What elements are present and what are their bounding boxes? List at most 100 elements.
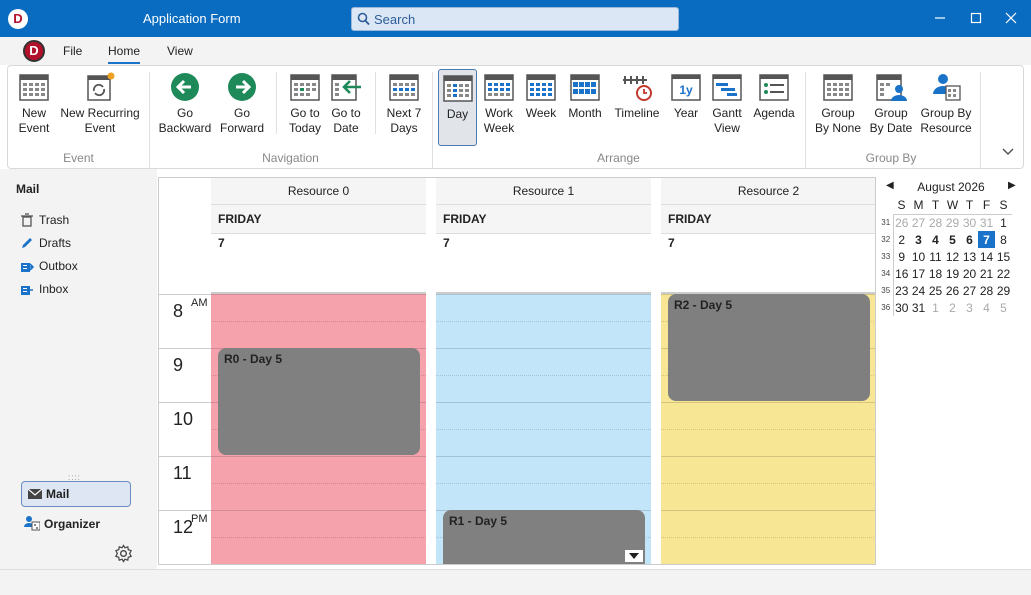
calendar-day[interactable]: 1 xyxy=(995,214,1012,231)
day-view-label: Day xyxy=(446,107,469,121)
calendar-day[interactable]: 23 xyxy=(893,282,910,299)
more-down-icon[interactable] xyxy=(625,550,643,562)
gear-icon[interactable] xyxy=(114,544,133,563)
calendar-day[interactable]: 27 xyxy=(961,282,978,299)
calendar-day[interactable]: 18 xyxy=(927,265,944,282)
calendar-today-icon xyxy=(290,74,320,101)
resource-header[interactable]: Resource 1 xyxy=(436,178,651,205)
close-icon[interactable] xyxy=(1002,9,1020,27)
all-day-area[interactable]: 7 xyxy=(661,234,875,294)
next-7-days-button[interactable]: Next 7 Days xyxy=(384,72,424,136)
calendar-day[interactable]: 10 xyxy=(910,248,927,265)
calendar-day[interactable]: 24 xyxy=(910,282,927,299)
calendar-day[interactable]: 21 xyxy=(978,265,995,282)
calendar-day[interactable]: 2 xyxy=(944,299,961,316)
calendar-day[interactable]: 12 xyxy=(944,248,961,265)
calendar-day[interactable]: 4 xyxy=(978,299,995,316)
menu-home[interactable]: Home xyxy=(108,44,141,64)
calendar-day[interactable]: 30 xyxy=(961,214,978,231)
menu-file[interactable]: File xyxy=(63,44,82,58)
timeline-view-button[interactable]: Timeline xyxy=(612,72,662,121)
search-box[interactable] xyxy=(351,7,679,31)
month-view-button[interactable]: Month xyxy=(565,72,605,121)
calendar-day[interactable]: 5 xyxy=(995,299,1012,316)
resource-header[interactable]: Resource 2 xyxy=(661,178,875,205)
calendar-day[interactable]: 26 xyxy=(944,282,961,299)
app-menu-icon[interactable]: D xyxy=(23,40,45,62)
new-event-button[interactable]: New Event xyxy=(16,72,52,136)
all-day-area[interactable]: 7 xyxy=(436,234,651,294)
calendar-day[interactable]: 2 xyxy=(893,231,910,248)
calendar-day[interactable]: 27 xyxy=(910,214,927,231)
calendar-day[interactable]: 3 xyxy=(961,299,978,316)
appointment[interactable]: R0 - Day 5 xyxy=(218,348,420,455)
folder-label: Drafts xyxy=(39,236,72,250)
group-by-date-button[interactable]: Group By Date xyxy=(868,72,914,136)
ribbon-collapse-icon[interactable] xyxy=(1002,148,1014,156)
calendar-day[interactable]: 30 xyxy=(893,299,910,316)
folder-drafts[interactable]: Drafts xyxy=(20,236,71,254)
group-by-resource-button[interactable]: Group By Resource xyxy=(919,72,973,136)
gantt-view-button[interactable]: Gantt View xyxy=(709,72,745,136)
week-view-button[interactable]: Week xyxy=(524,72,558,121)
calendar-day[interactable]: 31 xyxy=(910,299,927,316)
slot-gridline xyxy=(211,510,426,511)
time-slots[interactable]: R0 - Day 5 xyxy=(211,294,426,565)
slot-gridline xyxy=(436,429,651,430)
calendar-day[interactable]: 25 xyxy=(927,282,944,299)
recurring-event-icon xyxy=(87,72,115,101)
calendar-day[interactable]: 1 xyxy=(927,299,944,316)
folder-inbox[interactable]: Inbox xyxy=(20,282,68,300)
go-to-today-button[interactable]: Go to Today xyxy=(285,72,325,136)
go-forward-button[interactable]: Go Forward xyxy=(216,72,268,136)
search-input[interactable] xyxy=(374,12,664,27)
next-month-icon[interactable]: ▶ xyxy=(1008,180,1016,191)
go-backward-button[interactable]: Go Backward xyxy=(158,72,212,136)
resource-header[interactable]: Resource 0 xyxy=(211,178,426,205)
calendar-day[interactable]: 16 xyxy=(893,265,910,282)
new-recurring-event-button[interactable]: New Recurring Event xyxy=(60,72,140,136)
calendar-day[interactable]: 13 xyxy=(961,248,978,265)
calendar-day[interactable]: 14 xyxy=(978,248,995,265)
appointment[interactable]: R1 - Day 5 xyxy=(443,510,645,564)
appointment[interactable]: R2 - Day 5 xyxy=(668,294,870,401)
day-view-button[interactable]: Day xyxy=(438,69,477,146)
time-slots[interactable]: R2 - Day 5 xyxy=(661,294,875,564)
calendar-day[interactable]: 9 xyxy=(893,248,910,265)
folder-trash[interactable]: Trash xyxy=(20,213,69,231)
nav-organizer-button[interactable]: Organizer xyxy=(24,515,100,531)
calendar-day[interactable]: 29 xyxy=(944,214,961,231)
calendar-day[interactable]: 11 xyxy=(927,248,944,265)
calendar-day[interactable]: 31 xyxy=(978,214,995,231)
hour-label: 11 xyxy=(159,456,212,510)
calendar-day[interactable]: 8 xyxy=(995,231,1012,248)
calendar-day[interactable]: 7 xyxy=(978,231,995,248)
calendar-day[interactable]: 26 xyxy=(893,214,910,231)
calendar-day[interactable]: 15 xyxy=(995,248,1012,265)
agenda-view-button[interactable]: Agenda xyxy=(752,72,796,121)
day-name: FRIDAY xyxy=(211,205,426,234)
time-slots[interactable]: R1 - Day 5 xyxy=(436,294,651,564)
all-day-area[interactable]: 7 xyxy=(211,234,426,294)
menu-view[interactable]: View xyxy=(167,44,193,58)
go-to-date-button[interactable]: Go to Date xyxy=(328,72,364,136)
minimize-icon[interactable] xyxy=(931,9,949,27)
calendar-day[interactable]: 29 xyxy=(995,282,1012,299)
folder-outbox[interactable]: Outbox xyxy=(20,259,78,277)
calendar-day[interactable]: 20 xyxy=(961,265,978,282)
work-week-view-button[interactable]: Work Week xyxy=(482,72,516,136)
calendar-day[interactable]: 28 xyxy=(978,282,995,299)
calendar-day[interactable]: 6 xyxy=(961,231,978,248)
slot-gridline xyxy=(211,564,426,565)
calendar-day[interactable]: 17 xyxy=(910,265,927,282)
calendar-day[interactable]: 4 xyxy=(927,231,944,248)
year-view-button[interactable]: 1y Year xyxy=(669,72,703,121)
group-by-none-button[interactable]: Group By None xyxy=(814,72,862,136)
calendar-day[interactable]: 19 xyxy=(944,265,961,282)
calendar-day[interactable]: 5 xyxy=(944,231,961,248)
nav-mail-button[interactable]: Mail xyxy=(21,481,131,507)
maximize-icon[interactable] xyxy=(967,9,985,27)
calendar-day[interactable]: 22 xyxy=(995,265,1012,282)
calendar-day[interactable]: 28 xyxy=(927,214,944,231)
calendar-day[interactable]: 3 xyxy=(910,231,927,248)
